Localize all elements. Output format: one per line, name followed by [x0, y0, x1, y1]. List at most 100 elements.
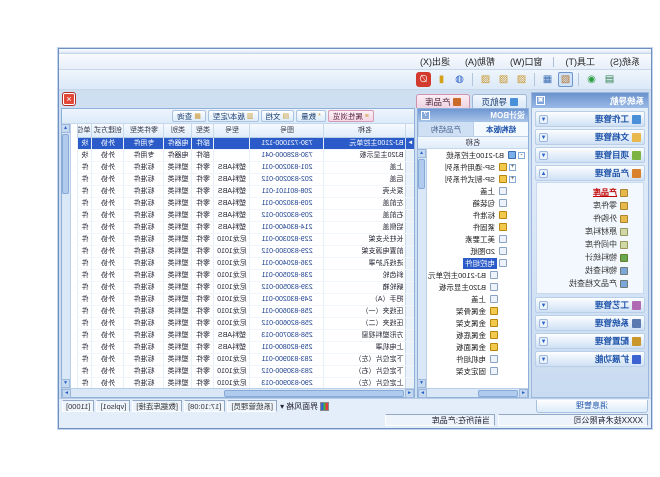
- cell[interactable]: 外协: [92, 257, 124, 269]
- cell[interactable]: 零件: [192, 209, 214, 221]
- folder-tasks-icon[interactable]: ▧: [514, 72, 529, 87]
- cell[interactable]: 201-830200-011: [250, 161, 324, 173]
- table-row[interactable]: 压线夹（一）258-830600-011尼龙1010零件塑料类标准件外协件: [78, 305, 414, 317]
- cell[interactable]: 件: [78, 341, 92, 353]
- tree-node[interactable]: 金属面板: [427, 341, 528, 353]
- cell[interactable]: 外协: [92, 161, 124, 173]
- cell[interactable]: 件: [78, 173, 92, 185]
- cell[interactable]: 零件: [192, 365, 214, 377]
- cell[interactable]: 尼龙1010: [214, 317, 250, 329]
- tree-node[interactable]: 金属底板: [427, 329, 528, 341]
- row-selector[interactable]: [406, 173, 414, 185]
- cell[interactable]: 塑料ABS: [214, 197, 250, 209]
- tree-node[interactable]: 金属支架: [427, 317, 528, 329]
- scroll-right-icon[interactable]: ►: [418, 389, 427, 398]
- cell[interactable]: 外协: [92, 137, 124, 149]
- cell[interactable]: 铝侧盖: [324, 221, 406, 233]
- tree-horizontal-scrollbar[interactable]: ◄ ►: [418, 388, 528, 397]
- tree-node[interactable]: 美工要素: [427, 233, 528, 245]
- table-row[interactable]: 把手（A）249-830200-011尼龙1010零件塑料类标准件外协件: [78, 293, 414, 305]
- cell[interactable]: 730-721000-121: [250, 137, 324, 149]
- table-row[interactable]: ►BJ-2100主控单元730-721000-121部件电器件专用件外协块: [78, 137, 414, 149]
- cell[interactable]: 尼龙1010: [214, 365, 250, 377]
- cell[interactable]: 件: [78, 317, 92, 329]
- row-selector[interactable]: [406, 233, 414, 245]
- cell[interactable]: 方形塑料视窗: [324, 329, 406, 341]
- row-selector[interactable]: [406, 353, 414, 365]
- table-row[interactable]: 泵头壳208-801101-011塑料ABS零件塑料类标准件外协件: [78, 185, 414, 197]
- scroll-up-icon[interactable]: ▲: [61, 124, 70, 133]
- cell[interactable]: 塑料类: [164, 221, 192, 233]
- cell[interactable]: 塑料ABS: [214, 173, 250, 185]
- sidebar-item[interactable]: 物料统计: [537, 251, 643, 264]
- cell[interactable]: 件: [78, 281, 92, 293]
- tree-node[interactable]: 固定支架: [427, 365, 528, 377]
- cell[interactable]: 标准件: [124, 365, 164, 377]
- help-icon[interactable]: ?: [421, 111, 430, 120]
- cell[interactable]: 零件: [192, 293, 214, 305]
- table-row[interactable]: 下定位片（左）283-830900-011尼龙1010零件塑料类标准件外协件: [78, 353, 414, 365]
- cell[interactable]: 标准件: [124, 329, 164, 341]
- cell[interactable]: 件: [78, 353, 92, 365]
- sidebar-group-collapsed[interactable]: 工艺管理▼: [535, 297, 645, 313]
- row-selector[interactable]: [406, 221, 414, 233]
- cell[interactable]: 零件: [192, 173, 214, 185]
- cell[interactable]: 件: [78, 365, 92, 377]
- row-selector[interactable]: [406, 341, 414, 353]
- cell[interactable]: 258-830600-011: [250, 305, 324, 317]
- cell[interactable]: 塑料ABS: [214, 341, 250, 353]
- cell[interactable]: 塑料类: [164, 185, 192, 197]
- cell[interactable]: 236-820400-011: [250, 257, 324, 269]
- cell[interactable]: 外协: [92, 269, 124, 281]
- cell[interactable]: 259-820800-011: [250, 341, 324, 353]
- sidebar-group-collapsed[interactable]: 扩展功能▼: [535, 351, 645, 367]
- cell[interactable]: 零件: [192, 269, 214, 281]
- cell[interactable]: BJ20主显示板: [324, 149, 406, 161]
- table-hscroll-thumb[interactable]: [224, 390, 404, 397]
- cell[interactable]: 零件: [192, 317, 214, 329]
- cell[interactable]: 前置电源支架: [324, 245, 406, 257]
- sidebar-group-collapsed[interactable]: 配置管理▼: [535, 333, 645, 349]
- cell[interactable]: 件: [78, 233, 92, 245]
- table-toolbar-button[interactable]: ▥版本/定型: [208, 110, 259, 122]
- cell[interactable]: 标准件: [124, 317, 164, 329]
- menu-item[interactable]: 系统(S): [603, 54, 647, 69]
- chevron-down-icon[interactable]: ▼: [539, 301, 548, 310]
- cell[interactable]: 外协: [92, 293, 124, 305]
- chevron-down-icon[interactable]: ▼: [539, 355, 548, 364]
- tree-node[interactable]: 2D图纸: [427, 245, 528, 257]
- cell[interactable]: 外协: [92, 317, 124, 329]
- scroll-down-icon[interactable]: ▼: [417, 379, 426, 388]
- column-header[interactable]: 单位: [78, 124, 92, 137]
- cell[interactable]: 283-830900-011: [250, 353, 324, 365]
- scroll-left-icon[interactable]: ◄: [519, 389, 528, 398]
- cell[interactable]: 249-830200-011: [250, 293, 324, 305]
- cell[interactable]: 尼龙1010: [214, 257, 250, 269]
- cell[interactable]: 零件: [192, 329, 214, 341]
- cell[interactable]: 塑料ABS: [214, 185, 250, 197]
- tree-node[interactable]: 电机组件: [427, 353, 528, 365]
- row-selector[interactable]: [406, 269, 414, 281]
- row-selector[interactable]: [406, 197, 414, 209]
- table-icon[interactable]: ▦: [540, 72, 555, 87]
- cell[interactable]: 件: [78, 377, 92, 388]
- cell[interactable]: 258-830700-013: [250, 329, 324, 341]
- cell[interactable]: 塑料类: [164, 161, 192, 173]
- cell[interactable]: 尼龙1010: [214, 245, 250, 257]
- cell[interactable]: 标准件: [124, 353, 164, 365]
- table-row[interactable]: 后盖202-830200-012塑料ABS零件塑料类标准件外协件: [78, 173, 414, 185]
- cell[interactable]: 外协: [92, 341, 124, 353]
- skin-selector[interactable]: 界面风格 ▾: [280, 401, 329, 412]
- tree-node[interactable]: 标准件: [427, 209, 528, 221]
- globe-blue-icon[interactable]: ◍: [452, 72, 467, 87]
- cell[interactable]: 外协: [92, 185, 124, 197]
- cell[interactable]: 外协: [92, 233, 124, 245]
- cell[interactable]: 外协: [92, 173, 124, 185]
- cell[interactable]: 塑料类: [164, 245, 192, 257]
- cell[interactable]: 塑料类: [164, 365, 192, 377]
- cell[interactable]: 零件: [192, 257, 214, 269]
- scroll-left-icon[interactable]: ◄: [405, 389, 414, 398]
- cell[interactable]: 专用件: [124, 149, 164, 161]
- row-selector[interactable]: [406, 317, 414, 329]
- cell[interactable]: 零件: [192, 185, 214, 197]
